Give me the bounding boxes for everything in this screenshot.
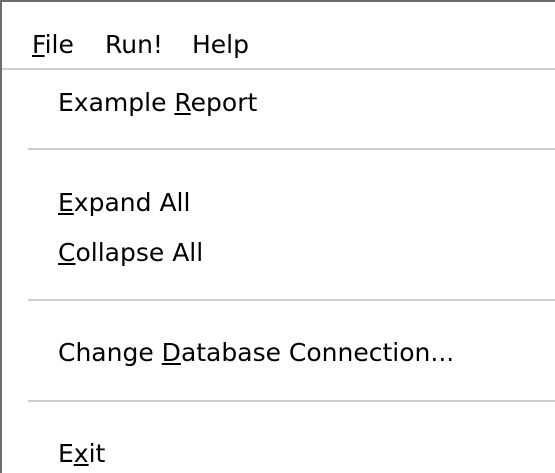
menu-item-exit-label-rest: it — [88, 439, 106, 468]
run-dropdown-menu: Example Report Expand All Collapse All C… — [2, 70, 555, 473]
menu-item-example-report-label-rest: eport — [190, 88, 258, 117]
menu-item-expand-all[interactable]: Expand All — [58, 188, 190, 218]
menu-item-change-database-connection[interactable]: Change Database Connection... — [58, 338, 454, 368]
menu-item-example-report[interactable]: Example Report — [58, 88, 257, 118]
menu-separator — [28, 299, 555, 301]
menu-item-exit-accelerator: x — [73, 439, 89, 468]
menu-item-collapse-all-accelerator: C — [58, 238, 76, 267]
menu-run[interactable]: Run! — [105, 30, 163, 60]
menu-separator — [28, 148, 555, 150]
menu-item-example-report-label: Example — [58, 88, 175, 117]
menu-item-collapse-all-label: ollapse All — [75, 238, 204, 267]
menu-item-example-report-accelerator: R — [174, 88, 191, 117]
menu-item-collapse-all[interactable]: Collapse All — [58, 238, 203, 268]
menu-item-expand-all-label: xpand All — [73, 188, 191, 217]
menu-item-change-database-connection-label: Change — [58, 338, 162, 367]
menu-separator — [28, 400, 555, 402]
menu-item-exit[interactable]: Exit — [58, 439, 105, 469]
application-window: File Run! Help Example Report Expand All… — [0, 0, 555, 473]
menu-help[interactable]: Help — [192, 30, 249, 60]
menu-file-label: ile — [44, 30, 74, 59]
menu-file-accelerator: F — [32, 30, 45, 59]
menu-bar: File Run! Help — [2, 2, 555, 70]
menu-item-change-database-connection-label-rest: atabase Connection... — [180, 338, 455, 367]
menu-item-expand-all-accelerator: E — [58, 188, 74, 217]
menu-item-exit-label: E — [58, 439, 74, 468]
menu-item-change-database-connection-accelerator: D — [161, 338, 181, 367]
menu-file[interactable]: File — [32, 30, 74, 60]
